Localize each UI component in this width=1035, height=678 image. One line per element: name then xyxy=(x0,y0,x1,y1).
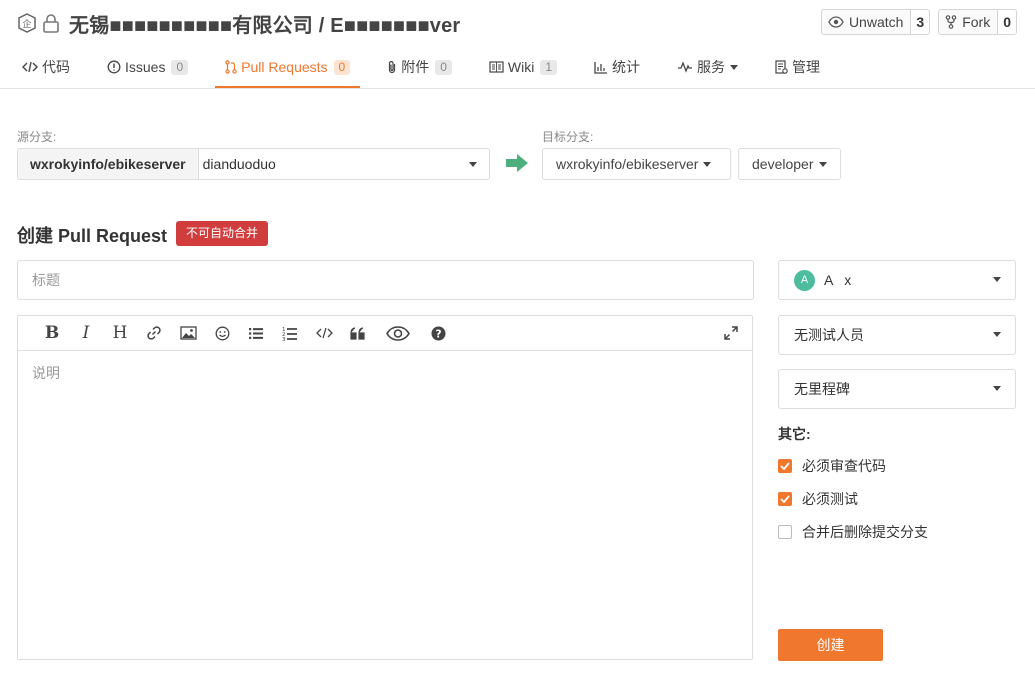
repo-header: 企 无锡■■■■■■■■■■有限公司 / E■■■■■■■ver Unwatch… xyxy=(0,0,1035,89)
tab-attachments[interactable]: 附件 0 xyxy=(377,48,462,88)
attachments-count-badge: 0 xyxy=(435,59,452,75)
page-title: 创建 Pull Request xyxy=(17,226,168,246)
pull-request-icon xyxy=(225,60,237,74)
eye-icon xyxy=(828,16,844,28)
chevron-down-icon xyxy=(703,161,712,167)
settings-doc-icon xyxy=(775,60,788,74)
fork-icon xyxy=(945,15,957,29)
chevron-down-icon xyxy=(993,386,1001,391)
source-branch-select[interactable]: wxrokyinfo/ebikeserver dianduoduo xyxy=(17,148,490,180)
svg-text:企: 企 xyxy=(22,18,31,30)
heading-icon[interactable]: H xyxy=(103,316,137,351)
fullscreen-icon[interactable] xyxy=(724,326,738,340)
repo-title: 企 无锡■■■■■■■■■■有限公司 / E■■■■■■■ver xyxy=(17,9,460,38)
option-delete-branch[interactable]: 合并后删除提交分支 xyxy=(778,522,928,542)
source-branch-name: dianduoduo xyxy=(202,156,276,172)
description-textarea[interactable] xyxy=(18,352,752,659)
tester-select[interactable]: 无测试人员 xyxy=(778,315,1016,355)
milestone-select[interactable]: 无里程碑 xyxy=(778,369,1016,409)
avatar: A xyxy=(794,269,815,291)
target-branch-name: developer xyxy=(752,156,814,172)
unwatch-button[interactable]: Unwatch 3 xyxy=(820,9,931,35)
check-icon xyxy=(780,462,790,470)
paperclip-icon xyxy=(389,61,396,74)
link-icon[interactable] xyxy=(137,316,171,351)
chevron-down-icon xyxy=(993,277,1001,282)
preview-icon[interactable] xyxy=(375,316,421,351)
book-icon xyxy=(489,61,504,73)
watch-count[interactable]: 3 xyxy=(911,10,930,34)
merge-status-badge: 不可自动合并 xyxy=(176,221,269,246)
tab-wiki[interactable]: Wiki 1 xyxy=(479,48,567,88)
svg-text:?: ? xyxy=(435,328,441,340)
target-branch-label: 目标分支: xyxy=(542,130,594,144)
assignee-name: A x xyxy=(824,272,852,288)
fork-count[interactable]: 0 xyxy=(998,10,1016,34)
svg-text:3: 3 xyxy=(282,337,286,341)
editor-toolbar: B I H 123 ? xyxy=(18,316,752,351)
other-options-label: 其它: xyxy=(778,426,811,442)
tab-services[interactable]: 服务 xyxy=(667,48,748,88)
bold-icon[interactable]: B xyxy=(35,316,69,351)
checkbox-unchecked[interactable] xyxy=(778,525,792,539)
emoji-icon[interactable] xyxy=(205,316,239,351)
checkbox-checked[interactable] xyxy=(778,492,792,506)
title-input[interactable] xyxy=(17,260,754,300)
issue-icon xyxy=(107,60,121,74)
milestone-value: 无里程碑 xyxy=(794,381,850,397)
enterprise-badge-icon: 企 xyxy=(17,12,37,34)
fork-button[interactable]: Fork 0 xyxy=(938,9,1017,35)
chevron-down-icon xyxy=(993,332,1001,337)
check-icon xyxy=(780,495,790,503)
unordered-list-icon[interactable] xyxy=(239,316,273,351)
tab-issues[interactable]: Issues 0 xyxy=(97,48,198,88)
italic-icon[interactable]: I xyxy=(69,316,103,351)
arrow-right-icon xyxy=(506,154,528,172)
code-icon[interactable] xyxy=(307,316,341,351)
option-require-test[interactable]: 必须测试 xyxy=(778,489,858,509)
bar-chart-icon xyxy=(594,61,608,74)
wiki-count-badge: 1 xyxy=(540,59,558,75)
target-repo-select[interactable]: wxrokyinfo/ebikeserver xyxy=(542,148,731,180)
chevron-down-icon xyxy=(469,161,477,167)
ordered-list-icon[interactable]: 123 xyxy=(273,316,307,351)
target-repo: wxrokyinfo/ebikeserver xyxy=(556,156,699,172)
lock-icon xyxy=(41,12,61,34)
description-editor: B I H 123 ? xyxy=(17,315,753,660)
tab-code[interactable]: 代码 xyxy=(12,48,80,88)
chevron-down-icon xyxy=(818,161,827,167)
create-button[interactable]: 创建 xyxy=(778,629,883,661)
option-require-review[interactable]: 必须审查代码 xyxy=(778,456,886,476)
assignee-select[interactable]: A A x xyxy=(778,260,1016,300)
unwatch-label: Unwatch xyxy=(848,14,904,30)
issues-count-badge: 0 xyxy=(171,59,189,75)
checkbox-checked[interactable] xyxy=(778,459,792,473)
tab-pull-requests[interactable]: Pull Requests 0 xyxy=(215,48,361,88)
chevron-down-icon xyxy=(730,64,739,70)
pr-count-badge: 0 xyxy=(333,59,351,75)
source-repo: wxrokyinfo/ebikeserver xyxy=(18,149,199,179)
image-icon[interactable] xyxy=(171,316,205,351)
repo-tabs: 代码 Issues 0 Pull Requests 0 附件 0 Wiki 1 … xyxy=(12,48,847,89)
target-branch-select[interactable]: developer xyxy=(738,148,841,180)
tab-admin[interactable]: 管理 xyxy=(765,48,830,88)
quote-icon[interactable] xyxy=(341,316,375,351)
source-branch-label: 源分支: xyxy=(17,130,57,144)
code-icon xyxy=(22,61,38,73)
tester-value: 无测试人员 xyxy=(794,327,864,343)
pulse-icon xyxy=(678,61,693,73)
repo-name[interactable]: 无锡■■■■■■■■■■有限公司 / E■■■■■■■ver xyxy=(69,9,460,38)
fork-label: Fork xyxy=(962,14,991,30)
help-icon[interactable]: ? xyxy=(421,316,455,351)
tab-stats[interactable]: 统计 xyxy=(584,48,650,88)
